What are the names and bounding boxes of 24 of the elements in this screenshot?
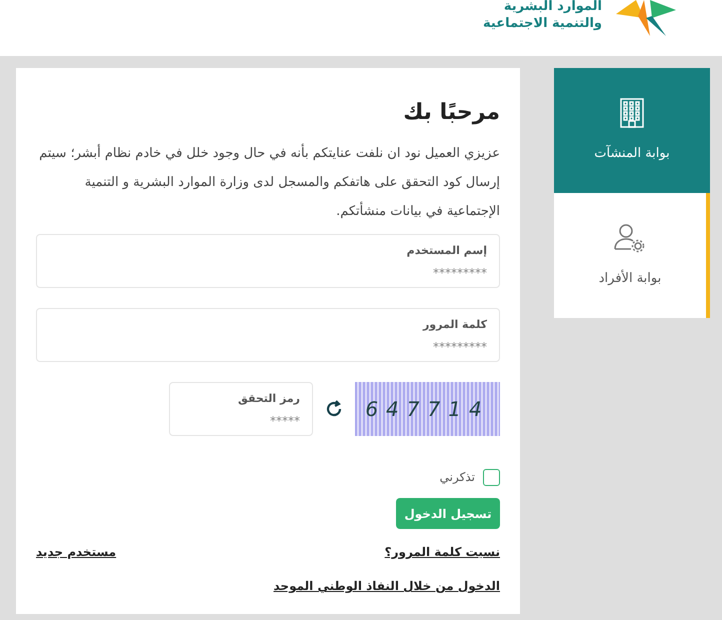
refresh-icon[interactable] [325, 400, 343, 418]
portal-tab[interactable]: بوابة المنشآت [554, 68, 710, 193]
forgot-password-link[interactable]: نسيت كلمة المرور؟ [384, 543, 500, 561]
text-input[interactable]: ********* [49, 338, 487, 356]
ministry-logo-text: والتنمية الاجتماعية [483, 15, 602, 32]
text-field[interactable]: كلمة المرور ********* [36, 308, 500, 362]
notice-text: عزيزي العميل نود ان نلفت عنايتكم بأنه في حال وجود خلل في خادم نظام أبشر؛ سيتم إرسال كود التحقق على هاتفكم والمسجل لدى وزارة الموارد البشرية و التنمية الإجتماعية في بيانات منشأتكم. [36, 139, 500, 226]
field-label: رمز التحقق [237, 391, 300, 407]
text-field[interactable]: إسم المستخدم ********* [36, 234, 500, 288]
user-gear-icon [614, 222, 646, 253]
remember-label: تذكرني [440, 469, 475, 486]
ministry-logo-text: الموارد البشرية [502, 0, 602, 15]
welcome-title: مرحبًا بك [402, 99, 500, 127]
text-input[interactable]: ********* [49, 264, 487, 282]
new-user-link[interactable]: مستخدم جديد [36, 543, 116, 561]
portal-tab[interactable]: بوابة الأفراد [554, 193, 710, 318]
field-label: كلمة المرور [422, 317, 487, 333]
field-label: إسم المستخدم [406, 243, 487, 259]
captcha-image: 647714 [355, 382, 500, 436]
text-input[interactable]: ***** [182, 412, 300, 430]
checkbox[interactable] [483, 468, 500, 486]
building-icon [620, 98, 644, 128]
captcha-field[interactable]: رمز التحقق ***** [169, 382, 313, 436]
national-sso-link[interactable]: الدخول من خلال النفاذ الوطني الموحد [274, 579, 500, 593]
